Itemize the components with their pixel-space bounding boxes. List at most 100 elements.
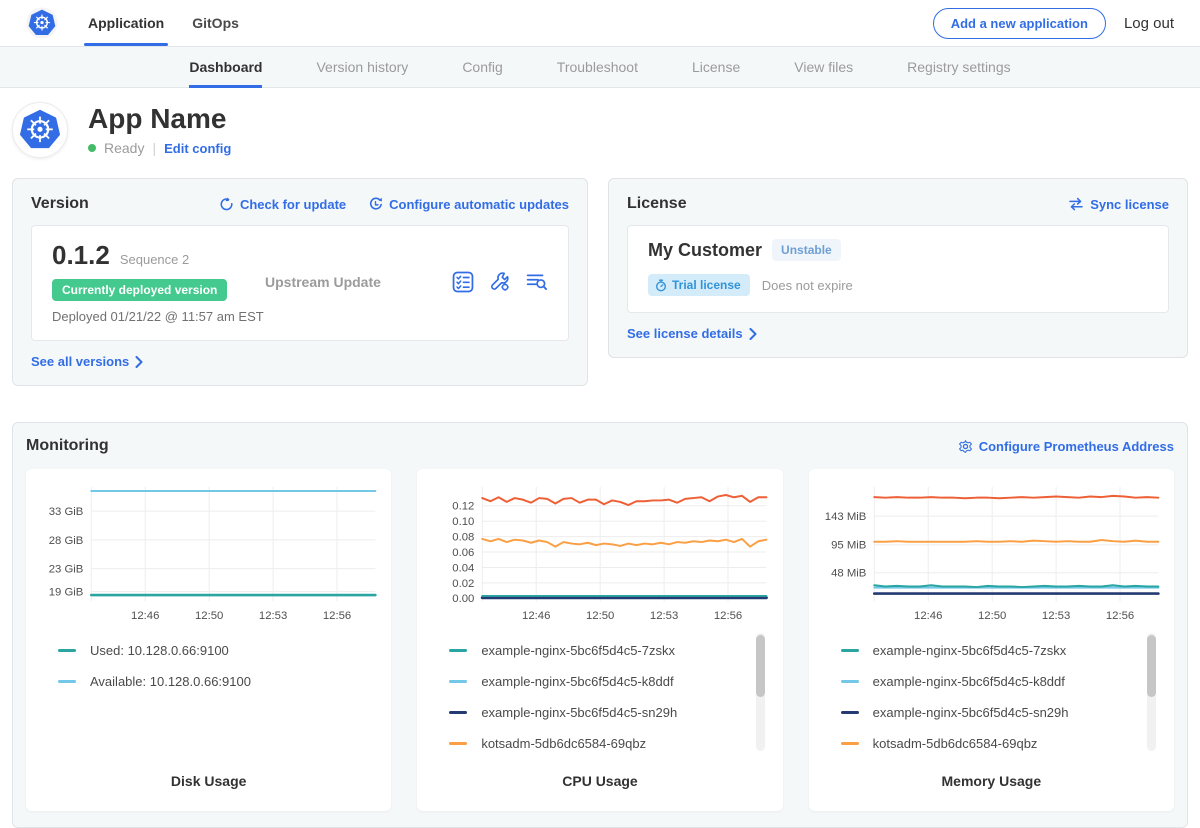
kubernetes-logo-icon[interactable]	[26, 7, 58, 39]
auto-update-clock-icon	[368, 197, 383, 212]
legend-scrollbar-track	[1147, 633, 1156, 751]
svg-text:23 GiB: 23 GiB	[49, 564, 84, 576]
legend-swatch	[449, 680, 467, 683]
chevron-right-icon	[135, 356, 143, 368]
edit-config-link[interactable]: Edit config	[164, 141, 231, 156]
svg-text:143 MiB: 143 MiB	[824, 511, 866, 523]
legend-item: example-nginx-5bc6f5d4c5-sn29h	[449, 705, 754, 720]
cpu-usage-chart: 12:4612:5012:5312:560.120.100.080.060.04…	[427, 481, 772, 629]
disk-usage-card: 12:4612:5012:5312:5633 GiB28 GiB23 GiB19…	[26, 469, 391, 811]
top-nav: ApplicationGitOps Add a new application …	[0, 0, 1200, 46]
see-all-versions-link[interactable]: See all versions	[31, 354, 143, 369]
sequence-label: Sequence 2	[120, 252, 189, 267]
svg-text:12:46: 12:46	[522, 610, 550, 622]
deployed-timestamp: Deployed 01/21/22 @ 11:57 am EST	[52, 309, 247, 324]
legend-item: example-nginx-5bc6f5d4c5-k8ddf	[449, 674, 754, 689]
see-license-details-link[interactable]: See license details	[627, 326, 757, 341]
chart-title: CPU Usage	[427, 767, 772, 797]
svg-text:12:56: 12:56	[323, 610, 351, 622]
app-avatar	[12, 102, 68, 158]
gear-icon	[958, 439, 973, 454]
legend-swatch	[449, 649, 467, 652]
tab-config[interactable]: Config	[462, 47, 502, 87]
app-header: App Name Ready | Edit config	[0, 88, 1200, 174]
deploy-logs-icon[interactable]	[526, 271, 548, 293]
legend-swatch	[841, 649, 859, 652]
topnav-tab-application[interactable]: Application	[88, 0, 164, 46]
svg-text:12:56: 12:56	[714, 610, 742, 622]
svg-text:12:50: 12:50	[195, 610, 223, 622]
svg-text:12:56: 12:56	[1106, 610, 1134, 622]
memory-usage-chart: 12:4612:5012:5312:56143 MiB95 MiB48 MiB	[819, 481, 1164, 629]
legend-item: kotsadm-5db6dc6584-69qbz	[841, 736, 1146, 751]
monitoring-title: Monitoring	[26, 437, 109, 455]
channel-badge: Unstable	[772, 239, 841, 261]
ready-status-dot	[88, 144, 96, 152]
add-application-button[interactable]: Add a new application	[933, 8, 1106, 39]
legend-swatch	[58, 649, 76, 652]
chart-title: Disk Usage	[36, 767, 381, 797]
preflight-checks-icon[interactable]	[452, 271, 474, 293]
svg-text:12:46: 12:46	[914, 610, 942, 622]
legend-swatch	[841, 680, 859, 683]
logout-button[interactable]: Log out	[1124, 15, 1174, 32]
svg-text:28 GiB: 28 GiB	[49, 535, 84, 547]
monitoring-section: Monitoring Configure Prometheus Address …	[12, 422, 1188, 828]
legend-item: example-nginx-5bc6f5d4c5-sn29h	[841, 705, 1146, 720]
tab-dashboard[interactable]: Dashboard	[189, 47, 262, 87]
legend-item: Available: 10.128.0.66:9100	[58, 674, 363, 689]
check-for-update-link[interactable]: Check for update	[219, 197, 346, 212]
svg-text:95 MiB: 95 MiB	[831, 540, 866, 552]
license-card-title: License	[627, 195, 687, 213]
svg-text:19 GiB: 19 GiB	[49, 587, 84, 599]
tab-view-files[interactable]: View files	[794, 47, 853, 87]
memory-usage-legend: example-nginx-5bc6f5d4c5-7zskx example-ng…	[841, 643, 1146, 751]
svg-text:12:50: 12:50	[978, 610, 1006, 622]
svg-text:0.00: 0.00	[453, 593, 475, 605]
topnav-tab-gitops[interactable]: GitOps	[192, 0, 239, 46]
svg-text:0.04: 0.04	[453, 562, 475, 574]
config-wrench-icon[interactable]	[489, 271, 511, 293]
legend-item: example-nginx-5bc6f5d4c5-7zskx	[841, 643, 1146, 658]
license-card: License Sync license My Customer Unstabl…	[608, 178, 1188, 358]
legend-scrollbar-thumb[interactable]	[756, 635, 765, 697]
tab-version-history[interactable]: Version history	[316, 47, 408, 87]
configure-automatic-updates-link[interactable]: Configure automatic updates	[368, 197, 569, 212]
tab-troubleshoot[interactable]: Troubleshoot	[557, 47, 638, 87]
kubernetes-app-icon	[17, 107, 63, 153]
svg-text:48 MiB: 48 MiB	[831, 568, 866, 580]
legend-swatch	[841, 742, 859, 745]
legend-swatch	[841, 711, 859, 714]
subnav-tabs: Dashboard Version history Config Troublesho…	[189, 47, 1010, 87]
customer-name: My Customer	[648, 240, 762, 261]
sync-arrows-icon	[1068, 197, 1084, 211]
legend-label: Used: 10.128.0.66:9100	[90, 643, 229, 658]
legend-item: Used: 10.128.0.66:9100	[58, 643, 363, 658]
svg-text:0.08: 0.08	[453, 532, 475, 544]
legend-label: example-nginx-5bc6f5d4c5-sn29h	[873, 705, 1069, 720]
version-card-title: Version	[31, 195, 89, 213]
configure-prometheus-link[interactable]: Configure Prometheus Address	[958, 439, 1174, 454]
chart-title: Memory Usage	[819, 767, 1164, 797]
app-sub-nav: Dashboard Version history Config Troublesho…	[0, 46, 1200, 88]
status-badge: Ready	[104, 140, 144, 156]
svg-text:12:53: 12:53	[650, 610, 678, 622]
svg-text:33 GiB: 33 GiB	[49, 506, 84, 518]
legend-scrollbar-thumb[interactable]	[1147, 635, 1156, 697]
legend-scrollbar-track	[756, 633, 765, 751]
legend-label: Available: 10.128.0.66:9100	[90, 674, 251, 689]
svg-text:0.02: 0.02	[453, 578, 475, 590]
tab-license[interactable]: License	[692, 47, 740, 87]
memory-usage-card: 12:4612:5012:5312:56143 MiB95 MiB48 MiB …	[809, 469, 1174, 811]
disk-usage-legend: Used: 10.128.0.66:9100 Available: 10.128.…	[58, 643, 363, 689]
legend-item: example-nginx-5bc6f5d4c5-k8ddf	[841, 674, 1146, 689]
stopwatch-icon	[655, 279, 667, 292]
tab-registry-settings[interactable]: Registry settings	[907, 47, 1010, 87]
page-title: App Name	[88, 104, 231, 135]
legend-item: kotsadm-5db6dc6584-69qbz	[449, 736, 754, 751]
cpu-usage-legend: example-nginx-5bc6f5d4c5-7zskx example-ng…	[449, 643, 754, 751]
chevron-right-icon	[749, 328, 757, 340]
legend-item: example-nginx-5bc6f5d4c5-7zskx	[449, 643, 754, 658]
svg-text:12:53: 12:53	[259, 610, 287, 622]
sync-license-link[interactable]: Sync license	[1068, 197, 1169, 212]
